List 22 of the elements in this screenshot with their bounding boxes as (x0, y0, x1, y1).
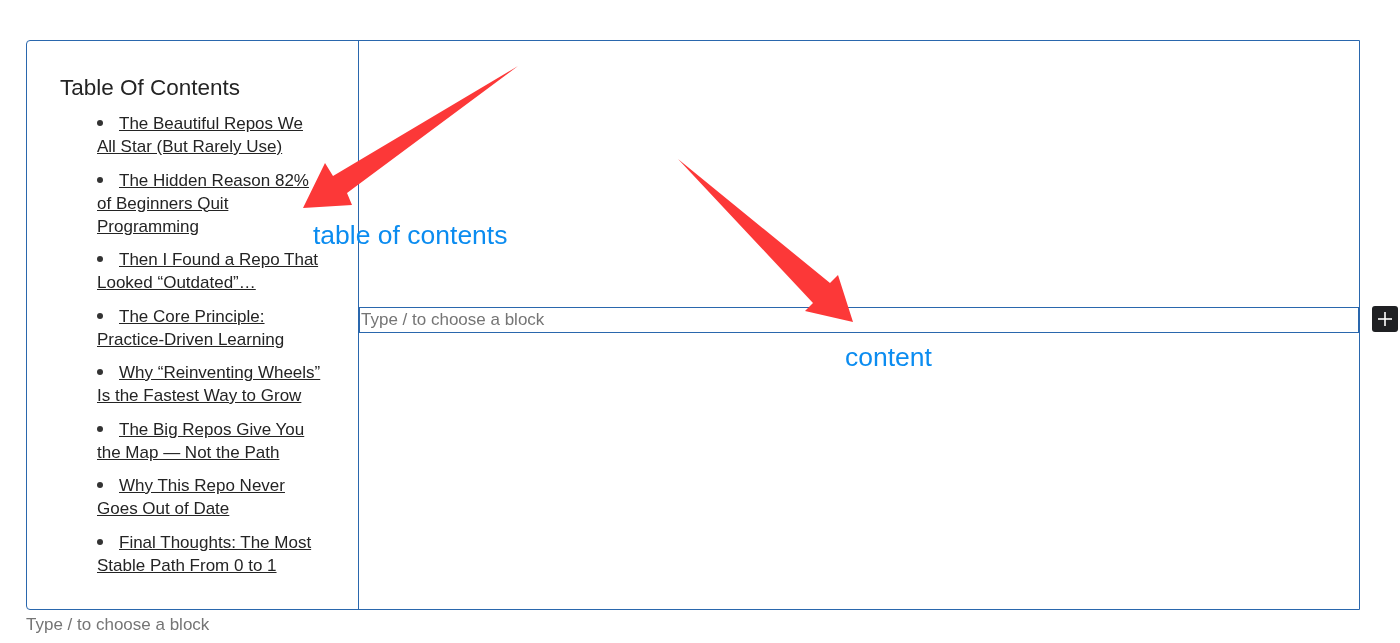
toc-link[interactable]: The Beautiful Repos We All Star (But Rarely Use) (97, 112, 304, 158)
bullet-icon (97, 369, 103, 375)
add-block-button[interactable] (1372, 306, 1398, 332)
toc-link[interactable]: The Core Principle: Practice-Driven Learning (97, 304, 286, 351)
bullet-icon (97, 312, 103, 319)
annotation-label: content (845, 344, 932, 370)
toc-link[interactable]: Final Thoughts: The Most Stable Path From 0 to 1 (97, 530, 313, 577)
toc-link[interactable]: Why “Reinventing Wheels” Is the Fastest Way to Grow (97, 361, 322, 407)
toc-link[interactable]: The Hidden Reason 82% of Beginners Quit Programming (97, 168, 310, 238)
bullet-icon (97, 256, 103, 262)
toc-link[interactable]: Then I Found a Repo That Looked “Outdated”… (97, 248, 320, 294)
bullet-icon (97, 176, 103, 183)
toc-link[interactable]: Why This Repo Never Goes Out of Date (97, 474, 286, 520)
bullet-icon (97, 482, 103, 488)
bullet-icon (97, 425, 103, 432)
toc-heading: Table Of Contents (60, 74, 241, 101)
block-input[interactable]: Type / to choose a block (26, 613, 221, 637)
bullet-icon (97, 538, 103, 545)
toc-link[interactable]: The Big Repos Give You the Map — Not the Path (97, 417, 306, 464)
block-input[interactable]: Type / to choose a block (359, 307, 1359, 333)
plus-icon (1378, 312, 1392, 326)
bullet-icon (97, 120, 103, 126)
